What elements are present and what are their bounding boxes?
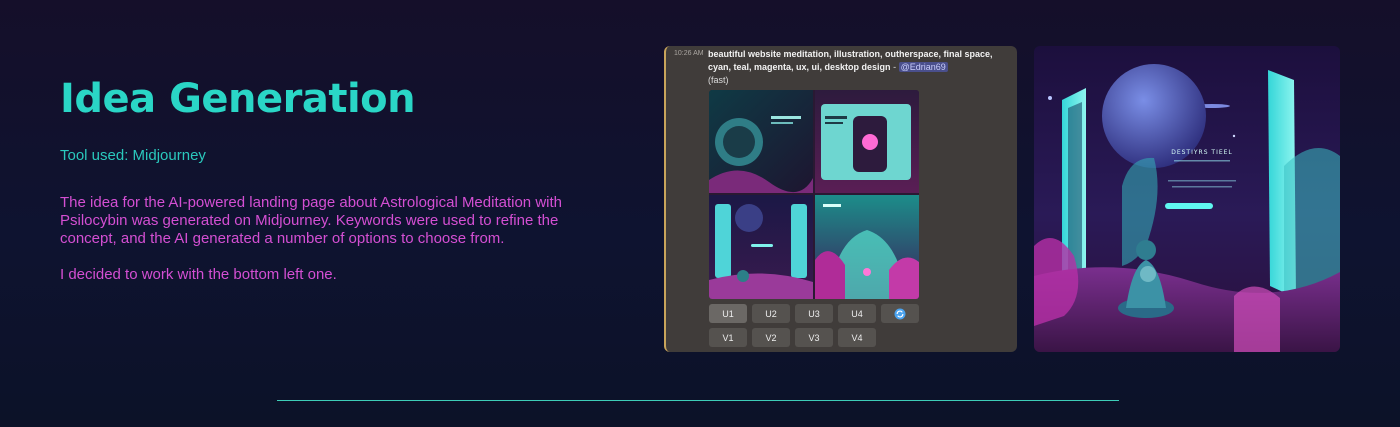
grid-image-2[interactable]: [815, 90, 919, 193]
variation-button-4[interactable]: V4: [838, 328, 876, 347]
midjourney-discord-message: 10:26 AM beautiful website meditation, i…: [664, 46, 1017, 352]
upscale-button-4[interactable]: U4: [838, 304, 876, 323]
variation-button-1[interactable]: V1: [709, 328, 747, 347]
upscale-button-3[interactable]: U3: [795, 304, 833, 323]
prompt-separator: -: [890, 62, 899, 72]
artwork-cta-shape: [1165, 203, 1213, 209]
user-mention[interactable]: @Edrian69: [898, 62, 948, 72]
section-divider: [277, 400, 1119, 401]
variation-button-row: V1 V2 V3 V4: [709, 328, 876, 347]
upscale-button-row: U1 U2 U3 U4: [709, 304, 919, 323]
selected-artwork: DESTIYRS TIEEL: [1034, 46, 1340, 352]
reroll-button[interactable]: [881, 304, 919, 323]
variation-button-2[interactable]: V2: [752, 328, 790, 347]
page-title: Idea Generation: [60, 76, 416, 122]
prompt-text: beautiful website meditation, illustrati…: [708, 48, 1008, 87]
artwork-heading: DESTIYRS TIEEL: [1171, 149, 1233, 156]
grid-image-1[interactable]: [709, 90, 813, 193]
upscale-button-2[interactable]: U2: [752, 304, 790, 323]
refresh-icon: [894, 308, 906, 319]
description: The idea for the AI-powered landing page…: [60, 194, 580, 302]
message-timestamp: 10:26 AM: [674, 50, 704, 57]
generated-image-grid[interactable]: [709, 90, 919, 299]
grid-image-3[interactable]: [709, 195, 813, 299]
speed-label: (fast): [708, 75, 729, 85]
grid-image-4[interactable]: [815, 195, 919, 299]
variation-button-3[interactable]: V3: [795, 328, 833, 347]
prompt-keywords: beautiful website meditation, illustrati…: [708, 49, 993, 72]
description-paragraph: The idea for the AI-powered landing page…: [60, 194, 562, 247]
upscale-button-1[interactable]: U1: [709, 304, 747, 323]
tool-used-label: Tool used: Midjourney: [60, 147, 206, 164]
description-paragraph: I decided to work with the bottom left o…: [60, 266, 337, 283]
